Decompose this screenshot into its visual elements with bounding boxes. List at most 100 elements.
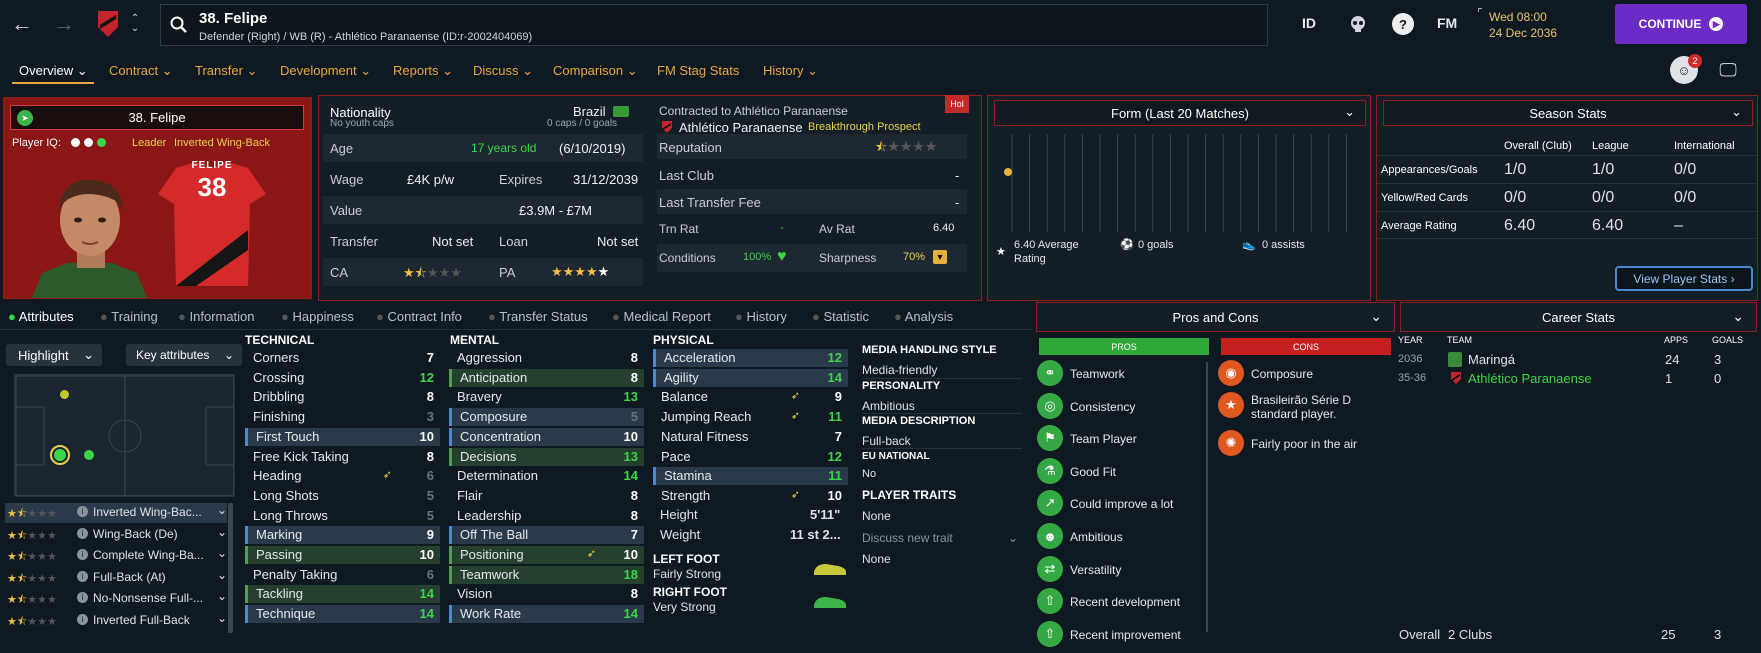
attribute-row[interactable]: Free Kick Taking 8 <box>245 448 440 466</box>
forward-arrow-icon[interactable]: → <box>50 10 78 38</box>
attribute-row[interactable]: Leadership 8 <box>449 507 644 525</box>
tab-transfer-status[interactable]: ● Transfer Status <box>488 309 588 324</box>
attribute-row[interactable]: Long Shots 5 <box>245 487 440 505</box>
chevron-down-icon[interactable]: ⌄ <box>217 611 227 625</box>
club-switcher-icon[interactable]: ⌃ ⌄ <box>128 10 142 38</box>
attribute-row[interactable]: Concentration 10 <box>449 427 644 446</box>
view-player-stats-button[interactable]: View Player Stats › <box>1615 266 1753 291</box>
nav-transfer[interactable]: Transfer ⌄ <box>195 63 257 79</box>
back-arrow-icon[interactable]: ← <box>8 10 36 38</box>
fm-button[interactable]: FM <box>1437 15 1457 31</box>
form-point[interactable] <box>1004 168 1012 176</box>
attribute-row[interactable]: Bravery 13 <box>449 388 644 406</box>
attribute-row[interactable]: Crossing 12 <box>245 369 440 387</box>
career-row[interactable]: 35-36 Athlético Paranaense 1 0 <box>1398 370 1756 389</box>
pros-scrollbar[interactable] <box>1206 362 1208 632</box>
attribute-row[interactable]: Marking 9 <box>245 526 440 545</box>
role-row[interactable]: ★⯪★★★ i Full-Back (At) ⌄ <box>5 568 227 588</box>
career-row[interactable]: 2036 Maringá 24 3 <box>1398 351 1756 370</box>
attribute-row[interactable]: Flair 8 <box>449 487 644 505</box>
nationality-value[interactable]: Brazil <box>573 104 606 119</box>
role-scrollbar[interactable] <box>228 503 233 633</box>
attribute-row[interactable]: Composure 5 <box>449 408 644 427</box>
nav-comparison[interactable]: Comparison ⌄ <box>553 63 638 79</box>
chevron-down-icon[interactable]: ⌄ <box>217 525 227 539</box>
chevron-down-icon[interactable]: ⌄ <box>217 503 227 517</box>
attribute-row[interactable]: Off The Ball 7 <box>449 526 644 545</box>
chevron-down-icon[interactable]: ⌄ <box>1732 308 1744 325</box>
tab-attributes[interactable]: ● Attributes <box>8 309 74 324</box>
nav-fm-stag-stats[interactable]: FM Stag Stats <box>657 63 739 78</box>
attribute-row[interactable]: Heading 6 ➶ <box>245 467 440 485</box>
skull-icon[interactable] <box>1347 13 1369 35</box>
role-row[interactable]: ★⯪★★★ i No-Nonsense Full-... ⌄ <box>5 589 227 609</box>
tab-training[interactable]: ● Training <box>100 309 158 324</box>
attribute-row[interactable]: First Touch 10 <box>245 427 440 446</box>
continue-button[interactable]: CONTINUE ▶ <box>1615 4 1747 44</box>
info-icon[interactable]: i <box>77 549 88 560</box>
id-button[interactable]: ID <box>1302 15 1316 31</box>
attribute-row[interactable]: Stamina 11 <box>653 467 848 486</box>
nav-contract[interactable]: Contract ⌄ <box>109 63 173 79</box>
chevron-down-icon[interactable]: ⌄ <box>1370 308 1382 325</box>
attribute-row[interactable]: Finishing 3 <box>245 408 440 426</box>
player-search-bar[interactable]: 38. Felipe Defender (Right) / WB (R) - A… <box>160 4 1268 46</box>
nav-discuss[interactable]: Discuss ⌄ <box>473 63 533 79</box>
attribute-row[interactable]: Pace 12 <box>653 448 848 466</box>
season-dropdown[interactable]: Season Stats ⌄ <box>1383 100 1753 126</box>
tab-medical-report[interactable]: ● Medical Report <box>612 309 711 324</box>
club-crest-icon[interactable] <box>95 8 121 40</box>
club-name[interactable]: Athlético Paranaense <box>679 120 803 135</box>
chevron-down-icon[interactable]: ⌄ <box>217 546 227 560</box>
chevron-down-icon[interactable]: ⌄ <box>217 568 227 582</box>
form-dropdown[interactable]: Form (Last 20 Matches) ⌄ <box>994 100 1366 126</box>
chevron-down-icon[interactable]: ⌄ <box>217 589 227 603</box>
tab-contract-info[interactable]: ● Contract Info <box>376 309 462 324</box>
attribute-row[interactable]: Balance 9 ➶ <box>653 388 848 406</box>
attribute-row[interactable]: Tackling 14 <box>245 585 440 604</box>
role-row[interactable]: ★⯪★★★ i Wing-Back (De) ⌄ <box>5 525 227 545</box>
attribute-row[interactable]: Teamwork 18 <box>449 565 644 584</box>
role-row[interactable]: ★⯪★★★ i Complete Wing-Ba... ⌄ <box>5 546 227 566</box>
nav-development[interactable]: Development ⌄ <box>280 63 371 79</box>
attribute-row[interactable]: Vision 8 <box>449 585 644 603</box>
tab-history[interactable]: ● History <box>735 309 787 324</box>
role-row[interactable]: ★⯪★★★ i Inverted Wing-Bac... ⌄ <box>5 503 227 523</box>
info-icon[interactable]: i <box>77 592 88 603</box>
attribute-row[interactable]: Long Throws 5 <box>245 507 440 525</box>
attribute-row[interactable]: Technique 14 <box>245 605 440 624</box>
highlight-dropdown[interactable]: Highlight ⌄ <box>6 344 102 366</box>
nav-overview[interactable]: Overview ⌄ <box>19 63 88 79</box>
tab-analysis[interactable]: ● Analysis <box>894 309 953 324</box>
attribute-row[interactable]: Agility 14 <box>653 368 848 387</box>
attribute-row[interactable]: Work Rate 14 <box>449 605 644 624</box>
tab-information[interactable]: ● Information <box>178 309 255 324</box>
attribute-row[interactable]: Anticipation 8 <box>449 368 644 387</box>
game-date[interactable]: Wed 08:00 24 Dec 2036 <box>1489 9 1557 41</box>
tab-happiness[interactable]: ● Happiness <box>281 309 354 324</box>
key-attributes-dropdown[interactable]: Key attributes ⌄ <box>126 344 242 366</box>
attribute-row[interactable]: Passing 10 <box>245 546 440 564</box>
attribute-row[interactable]: Jumping Reach 11 ➶ <box>653 408 848 426</box>
nav-history[interactable]: History ⌄ <box>763 63 818 79</box>
tab-statistic[interactable]: ● Statistic <box>812 309 869 324</box>
info-icon[interactable]: i <box>77 527 88 539</box>
role-row[interactable]: ★⯪★★★ i Inverted Full-Back ⌄ <box>5 611 227 631</box>
info-icon[interactable]: i <box>77 570 88 582</box>
attribute-row[interactable]: Dribbling 8 <box>245 388 440 406</box>
info-icon[interactable]: i <box>77 613 88 625</box>
attribute-row[interactable]: Decisions 13 <box>449 447 644 466</box>
monitor-icon[interactable]: 🖵 <box>1716 58 1740 82</box>
help-icon[interactable]: ? <box>1392 13 1414 35</box>
info-icon[interactable]: i <box>77 506 88 517</box>
attribute-row[interactable]: Natural Fitness 7 <box>653 428 848 446</box>
attribute-row[interactable]: Penalty Taking 6 <box>245 566 440 584</box>
attribute-row[interactable]: Strength 10 ➶ <box>653 487 848 505</box>
attribute-row[interactable]: Positioning 10 ➶ <box>449 546 644 564</box>
nav-reports[interactable]: Reports ⌄ <box>393 63 453 79</box>
attribute-row[interactable]: Determination 14 <box>449 467 644 485</box>
discuss-trait-dropdown[interactable]: Discuss new trait ⌄ <box>862 531 1022 545</box>
attribute-row[interactable]: Corners 7 <box>245 349 440 367</box>
attribute-row[interactable]: Aggression 8 <box>449 349 644 367</box>
attribute-row[interactable]: Acceleration 12 <box>653 349 848 367</box>
